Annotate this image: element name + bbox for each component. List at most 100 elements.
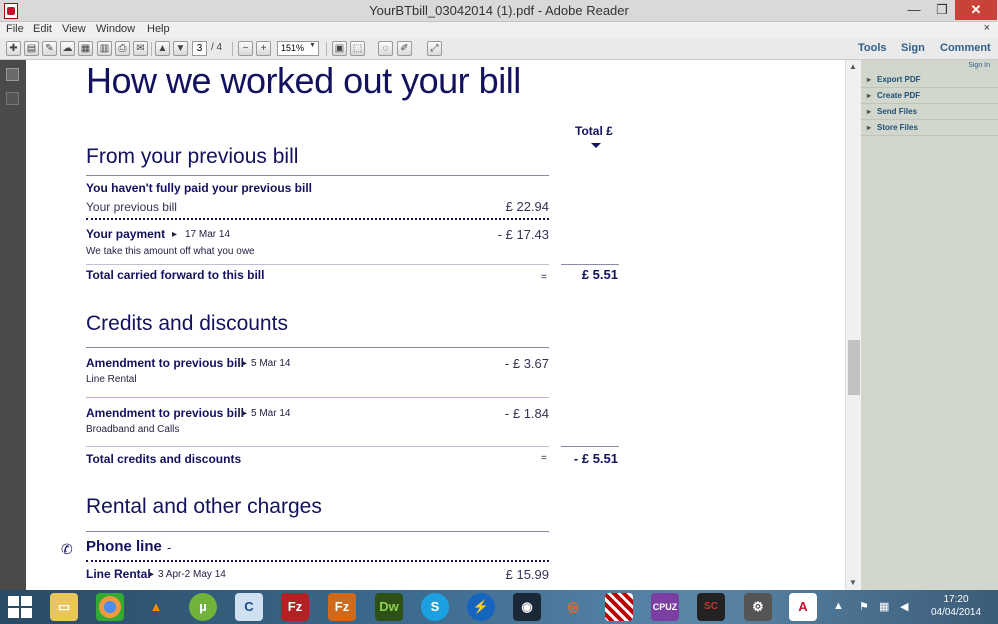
settings-icon[interactable]: ⚙: [744, 593, 772, 621]
menu-help[interactable]: Help: [147, 23, 170, 35]
section-heading-previous: From your previous bill: [86, 145, 299, 168]
dotted-divider: [86, 218, 549, 220]
filezilla-server-icon[interactable]: Fz: [328, 593, 356, 621]
store-files-item[interactable]: Store Files: [861, 120, 998, 136]
fit-width-icon[interactable]: ⬚: [350, 41, 365, 56]
sign-link[interactable]: Sign: [901, 42, 925, 54]
amendment-amount: - £ 3.67: [504, 356, 549, 371]
chrome-icon[interactable]: [96, 593, 124, 621]
toolbar-separator: [151, 42, 152, 56]
scroll-up-icon[interactable]: ▲: [849, 62, 857, 71]
zoom-in-icon[interactable]: +: [256, 41, 271, 56]
carried-forward-label: Total carried forward to this bill: [86, 268, 265, 282]
sign-in-link[interactable]: Sign In: [968, 62, 990, 69]
adobe-reader-window: YourBTbill_03042014 (1).pdf - Adobe Read…: [0, 0, 998, 624]
windows-start-icon[interactable]: [8, 596, 32, 618]
app-stripes-icon[interactable]: [605, 593, 633, 621]
equals-sign: =: [541, 453, 547, 464]
network-icon[interactable]: ▦: [879, 600, 889, 613]
phone-line-dash: -: [167, 540, 172, 555]
vlc-icon[interactable]: ▲: [142, 593, 170, 621]
page-number-input[interactable]: 3: [192, 41, 207, 56]
save-icon[interactable]: ▥: [97, 41, 112, 56]
menu-edit[interactable]: Edit: [33, 23, 52, 35]
divider: [86, 347, 549, 348]
attachments-panel-icon[interactable]: [6, 92, 19, 105]
total-column-header: Total £: [575, 124, 613, 138]
carried-forward-total: £ 5.51: [581, 267, 618, 282]
minimize-button[interactable]: —: [900, 0, 928, 20]
app-c-icon[interactable]: C: [235, 593, 263, 621]
email-icon[interactable]: ✉: [133, 41, 148, 56]
skype-icon[interactable]: S: [421, 593, 449, 621]
upload-icon[interactable]: ☁: [60, 41, 75, 56]
next-page-icon[interactable]: ▼: [173, 41, 188, 56]
comment-icon[interactable]: ◌: [378, 41, 393, 56]
tools-link[interactable]: Tools: [858, 42, 887, 54]
previous-bill-amount: £ 22.94: [505, 199, 549, 214]
title-bar: YourBTbill_03042014 (1).pdf - Adobe Read…: [0, 0, 998, 22]
export-pdf-item[interactable]: Export PDF: [861, 72, 998, 88]
sc2-icon[interactable]: SC: [697, 593, 725, 621]
edit-icon[interactable]: ✎: [42, 41, 57, 56]
volume-icon[interactable]: ◀: [900, 600, 908, 613]
window-title: YourBTbill_03042014 (1).pdf - Adobe Read…: [369, 3, 629, 18]
previous-page-icon[interactable]: ▲: [155, 41, 170, 56]
zoom-out-icon[interactable]: −: [238, 41, 253, 56]
pdf-icon[interactable]: ▤: [24, 41, 39, 56]
page-title: How we worked out your bill: [86, 60, 521, 101]
chevron-down-icon[interactable]: ▼: [309, 42, 316, 49]
pages-panel-icon[interactable]: [6, 68, 19, 81]
taskbar: ▭ ▲ µ C Fz Fz Dw S ⚡ ◉ ◎ CPUZ SC ⚙ A ▲ ⚑…: [0, 590, 998, 624]
scrollbar-thumb[interactable]: [848, 340, 860, 395]
fit-page-icon[interactable]: ▣: [332, 41, 347, 56]
vertical-scrollbar[interactable]: ▲ ▼: [845, 60, 861, 590]
menu-file[interactable]: File: [6, 23, 24, 35]
not-paid-text: You haven't fully paid your previous bil…: [86, 181, 312, 195]
utorrent-icon[interactable]: µ: [189, 593, 217, 621]
file-explorer-icon[interactable]: ▭: [50, 593, 78, 621]
toolbar-separator: [326, 42, 327, 56]
dotted-divider: [86, 560, 549, 562]
amendment-date: 5 Mar 14: [251, 408, 291, 419]
print-icon[interactable]: ⎙: [115, 41, 130, 56]
create-pdf-item[interactable]: Create PDF: [861, 88, 998, 104]
comment-link[interactable]: Comment: [940, 42, 991, 54]
open-icon[interactable]: ▦: [78, 41, 93, 56]
menu-view[interactable]: View: [62, 23, 86, 35]
amendment-label: Amendment to previous bill: [86, 406, 245, 420]
create-icon[interactable]: ✚: [6, 41, 21, 56]
payment-amount: - £ 17.43: [497, 227, 549, 242]
menu-bar: File Edit View Window Help ×: [0, 22, 998, 38]
line-rental-label: Line Rental: [86, 567, 151, 581]
maximize-button[interactable]: ❐: [928, 0, 956, 20]
cpu-z-icon[interactable]: CPUZ: [651, 593, 679, 621]
filezilla-icon[interactable]: Fz: [281, 593, 309, 621]
close-document-button[interactable]: ×: [984, 22, 990, 34]
arrow-down-icon: [591, 143, 601, 148]
toolbar-separator: [232, 42, 233, 56]
clock[interactable]: 17:20 04/04/2014: [928, 593, 984, 619]
flag-icon[interactable]: ⚑: [859, 600, 869, 613]
lightning-icon[interactable]: ⚡: [467, 593, 495, 621]
payment-note: We take this amount off what you owe: [86, 246, 255, 257]
highlight-icon[interactable]: ✐: [397, 41, 412, 56]
tray-expand-icon[interactable]: ▲: [833, 600, 844, 612]
total-credits-label: Total credits and discounts: [86, 452, 242, 466]
dreamweaver-icon[interactable]: Dw: [375, 593, 403, 621]
previous-bill-label: Your previous bill: [86, 200, 177, 214]
line-rental-dates: 3 Apr-2 May 14: [158, 569, 226, 580]
send-files-item[interactable]: Send Files: [861, 104, 998, 120]
menu-window[interactable]: Window: [96, 23, 135, 35]
close-button[interactable]: ✕: [955, 0, 997, 20]
fullscreen-icon[interactable]: ⤢: [427, 41, 442, 56]
origin-icon[interactable]: ◎: [559, 593, 587, 621]
scroll-down-icon[interactable]: ▼: [849, 578, 857, 587]
tools-pane: Sign In Export PDF Create PDF Send Files…: [861, 60, 998, 590]
arrow-right-icon: ▸: [149, 569, 155, 580]
steam-icon[interactable]: ◉: [513, 593, 541, 621]
section-heading-credits: Credits and discounts: [86, 312, 288, 335]
arrow-right-icon: ▸: [172, 229, 178, 240]
adobe-reader-taskbar-icon[interactable]: A: [789, 593, 817, 621]
phone-icon: ✆: [61, 541, 73, 557]
